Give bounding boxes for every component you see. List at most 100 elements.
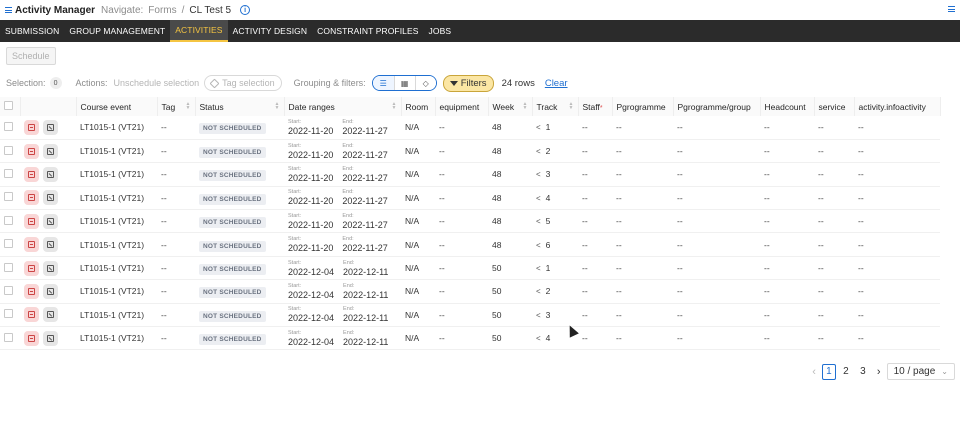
open-activity-icon[interactable] <box>43 190 58 206</box>
table-row[interactable]: LT1015-1 (VT21) -- NOT SCHEDULED Start: 2022… <box>0 256 940 280</box>
row-checkbox[interactable] <box>4 215 13 225</box>
status-badge: NOT SCHEDULED <box>199 334 266 346</box>
tab-submission[interactable]: SUBMISSION <box>0 20 64 42</box>
table-row[interactable]: LT1015-1 (VT21) -- NOT SCHEDULED Start: 2022… <box>0 186 940 210</box>
page-3-button[interactable]: 3 <box>856 364 870 380</box>
tab-group-management[interactable]: GROUP MANAGEMENT <box>64 20 170 42</box>
unschedule-selection-button[interactable]: Unschedule selection <box>114 78 200 88</box>
table-row[interactable]: LT1015-1 (VT21) -- NOT SCHEDULED Start: 2022… <box>0 280 940 304</box>
row-checkbox[interactable] <box>4 145 13 155</box>
tag-cell: -- <box>161 286 167 297</box>
open-activity-icon[interactable] <box>43 330 58 346</box>
calendar-view-icon[interactable]: ▦ <box>393 76 415 90</box>
track-cell: <3 <box>536 169 551 180</box>
page-2-button[interactable]: 2 <box>839 364 853 380</box>
row-actions-cell <box>20 139 76 162</box>
breadcrumb-forms[interactable]: Forms <box>148 5 176 16</box>
week-cell: 48 <box>492 146 502 157</box>
sort-icon[interactable]: ▲ ▼ <box>275 102 280 111</box>
unschedule-icon[interactable] <box>24 190 39 206</box>
header-room[interactable]: Room <box>401 97 436 116</box>
header-track[interactable]: Track ▲ ▼ <box>532 97 579 116</box>
filters-button[interactable]: Filters <box>442 74 494 92</box>
table-row[interactable]: LT1015-1 (VT21) -- NOT SCHEDULED Start: 2022… <box>0 327 940 350</box>
row-checkbox[interactable] <box>4 262 13 272</box>
open-activity-icon[interactable] <box>43 237 58 253</box>
tab-constraint-profiles[interactable]: CONSTRAINT PROFILES <box>312 20 423 42</box>
tab-activity-design[interactable]: ACTIVITY DESIGN <box>228 20 313 42</box>
unschedule-icon[interactable] <box>24 283 39 299</box>
row-select-cell <box>0 186 20 209</box>
right-menu-icon[interactable] <box>948 6 955 12</box>
room-cell: N/A <box>405 239 420 250</box>
open-activity-icon[interactable] <box>43 143 58 159</box>
row-checkbox[interactable] <box>4 121 13 131</box>
sort-icon[interactable]: ▲ ▼ <box>569 102 574 111</box>
row-checkbox[interactable] <box>4 285 13 295</box>
open-activity-icon[interactable] <box>43 260 58 276</box>
status-badge: NOT SCHEDULED <box>199 147 266 159</box>
header-headcount[interactable]: Headcount <box>760 97 815 116</box>
row-checkbox[interactable] <box>4 192 13 202</box>
unschedule-icon[interactable] <box>24 119 39 135</box>
header-staff[interactable]: Staff* <box>578 97 613 116</box>
table-row[interactable]: LT1015-1 (VT21) -- NOT SCHEDULED Start: 2022… <box>0 163 940 187</box>
open-activity-icon[interactable] <box>43 166 58 182</box>
table-row[interactable]: LT1015-1 (VT21) -- NOT SCHEDULED Start: 2022… <box>0 116 940 140</box>
open-activity-icon[interactable] <box>43 307 58 323</box>
unschedule-icon[interactable] <box>24 260 39 276</box>
sort-icon[interactable]: ▲ ▼ <box>523 102 528 111</box>
tab-activities[interactable]: ACTIVITIES <box>170 20 228 42</box>
start-date: 2022-11-20 <box>288 125 334 136</box>
row-checkbox[interactable] <box>4 309 13 319</box>
open-activity-icon[interactable] <box>43 213 58 229</box>
page-size-select[interactable]: 10 / page ⌄ <box>886 363 955 380</box>
page-1-button[interactable]: 1 <box>821 363 836 380</box>
next-page-icon[interactable]: › <box>877 366 881 378</box>
row-checkbox[interactable] <box>4 239 13 249</box>
tab-jobs[interactable]: JOBS <box>424 20 457 42</box>
row-checkbox[interactable] <box>4 168 13 178</box>
unschedule-icon[interactable] <box>24 166 39 182</box>
header-equipment[interactable]: equipment <box>435 97 489 116</box>
menu-icon[interactable] <box>5 7 12 13</box>
tag-selection-button[interactable]: Tag selection <box>204 75 282 91</box>
header-course-event[interactable]: Course event <box>76 97 158 116</box>
header-date-ranges[interactable]: Date ranges ▲ ▼ <box>284 97 402 116</box>
schedule-button[interactable]: Schedule <box>6 46 56 65</box>
list-view-icon[interactable]: ☰ <box>372 76 394 90</box>
sort-icon[interactable]: ▲ ▼ <box>186 102 191 111</box>
table-row[interactable]: LT1015-1 (VT21) -- NOT SCHEDULED Start: 2022… <box>0 139 940 163</box>
open-activity-icon[interactable] <box>43 119 58 135</box>
open-activity-icon[interactable] <box>43 283 58 299</box>
unschedule-icon[interactable] <box>24 213 39 229</box>
header-tag[interactable]: Tag ▲ ▼ <box>157 97 196 116</box>
table-row[interactable]: LT1015-1 (VT21) -- NOT SCHEDULED Start: 2022… <box>0 303 940 327</box>
sort-icon[interactable]: ▲ ▼ <box>392 102 397 111</box>
unschedule-icon[interactable] <box>24 237 39 253</box>
programme-cell: -- <box>616 216 622 227</box>
row-checkbox[interactable] <box>4 332 13 342</box>
header-status[interactable]: Status ▲ ▼ <box>195 97 285 116</box>
start-label: Start: <box>288 329 302 336</box>
unschedule-icon[interactable] <box>24 330 39 346</box>
clear-filters-link[interactable]: Clear <box>545 78 568 89</box>
prev-page-icon[interactable]: ‹ <box>812 366 816 378</box>
header-service[interactable]: service <box>814 97 855 116</box>
view-toggle-group: ☰ ▦ ◇ <box>371 75 437 91</box>
tag-view-icon[interactable]: ◇ <box>414 76 436 90</box>
room-cell: N/A <box>405 286 420 297</box>
service-cell: -- <box>818 263 824 274</box>
share-icon: < <box>536 287 541 297</box>
header-info-activity[interactable]: activity.infoactivity <box>854 97 941 116</box>
unschedule-icon[interactable] <box>24 307 39 323</box>
select-all-checkbox[interactable] <box>4 101 13 110</box>
header-programme[interactable]: Pgrogramme <box>612 97 674 116</box>
table-row[interactable]: LT1015-1 (VT21) -- NOT SCHEDULED Start: 2022… <box>0 233 940 257</box>
unschedule-icon[interactable] <box>24 143 39 159</box>
header-week[interactable]: Week ▲ ▼ <box>488 97 533 116</box>
table-row[interactable]: LT1015-1 (VT21) -- NOT SCHEDULED Start: 2022… <box>0 210 940 233</box>
course-event-cell: LT1015-1 (VT21) <box>80 333 145 344</box>
header-programme-group[interactable]: Pgrogramme/group <box>673 97 761 116</box>
info-icon[interactable]: i <box>240 5 251 15</box>
